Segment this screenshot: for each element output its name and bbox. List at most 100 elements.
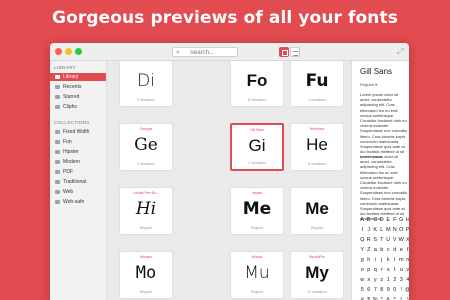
font-sample: Me [242, 199, 272, 219]
library-heading: LIBRARY [54, 65, 76, 70]
sidebar-item-modern[interactable]: Modern [50, 158, 106, 166]
collections-heading: COLLECTIONS [54, 120, 90, 125]
font-card[interactable]: MyriadPro My 10 Variations [290, 251, 344, 299]
sidebar-item-starred[interactable]: Starred [50, 93, 106, 101]
app-window: ⌕ ⤢ LIBRARY Library Recents Starred Clip… [50, 43, 409, 300]
detail-font-title: Gill Sans [360, 67, 393, 76]
font-sample: Mo [135, 263, 157, 283]
glyph: P [405, 225, 409, 235]
glyph: 4 [406, 277, 409, 283]
title-bar: ⌕ ⤢ [50, 43, 409, 61]
sidebar-item-hipster[interactable]: Hipster [50, 148, 106, 156]
font-sample: Fo [246, 71, 268, 90]
sidebar-item-label: PDF [63, 169, 73, 175]
fullscreen-icon[interactable]: ⤢ [397, 47, 403, 57]
sidebar-item-label: Web-safe [63, 199, 85, 205]
sidebar-item-pdf[interactable]: PDF [50, 168, 106, 176]
font-variations: 4 Variations [136, 162, 156, 166]
font-variations: Regular [139, 226, 153, 230]
font-grid: Di 3 Variations Fo 8 Variations Fu 4 Var… [107, 61, 351, 300]
font-variations: 10 Variations [306, 290, 328, 294]
font-name: Helvetica [309, 127, 325, 131]
font-name: Impact [251, 191, 263, 195]
sidebar-item-fixed-width[interactable]: Fixed Width [50, 128, 106, 136]
zoom-window-button[interactable] [75, 48, 82, 55]
sidebar-item-traditional[interactable]: Traditional [50, 178, 106, 186]
font-sample: Fu [305, 71, 329, 91]
folder-icon [55, 180, 60, 184]
font-name: Monaco [139, 255, 153, 259]
search-field[interactable]: ⌕ [172, 47, 238, 57]
font-card[interactable]: Mucha Mu Regular [230, 251, 284, 299]
font-variations: 8 Variations [247, 98, 267, 102]
font-detail-panel: Gill Sans Regular ▾ Lorem ipsum dolor si… [351, 61, 409, 300]
sidebar-item-label: Cliphs [63, 104, 77, 110]
recents-icon [55, 85, 60, 89]
font-sample: He [306, 135, 328, 154]
font-card[interactable]: Helvetica He 8 Variations [290, 123, 344, 171]
font-variations: 2 Variations [247, 161, 267, 165]
folder-icon [55, 200, 60, 204]
font-name: Georgia [139, 127, 153, 131]
font-sample: My [305, 263, 329, 282]
sidebar-item-cliphs[interactable]: Cliphs [50, 103, 106, 111]
font-card[interactable]: Di 3 Variations [119, 61, 173, 107]
font-card[interactable]: Me Regular [290, 187, 344, 235]
font-card-selected[interactable]: Gill Sans Gi 2 Variations [230, 123, 284, 171]
glyph: v [406, 267, 409, 273]
sidebar-item-web-safe[interactable]: Web-safe [50, 198, 106, 206]
chevron-down-icon: ▾ [375, 82, 378, 87]
search-icon: ⌕ [176, 49, 180, 56]
font-card[interactable]: Georgia Ge 4 Variations [119, 123, 173, 171]
cliphs-icon [55, 105, 60, 109]
sidebar-item-label: Hipster [63, 149, 79, 155]
folder-icon [55, 160, 60, 164]
sidebar-item-label: Library [63, 74, 79, 80]
font-name: MyriadPro [309, 255, 325, 259]
sidebar-item-recents[interactable]: Recents [50, 83, 106, 91]
font-card[interactable]: Impact Me Regular [230, 187, 284, 235]
sidebar-item-fun[interactable]: Fun [50, 138, 106, 146]
minimize-window-button[interactable] [65, 48, 72, 55]
folder-icon [55, 150, 60, 154]
font-sample: Ge [134, 135, 158, 155]
folder-icon [55, 170, 60, 174]
style-select[interactable]: Regular ▾ [360, 82, 377, 87]
font-name: Mucha [251, 255, 263, 259]
glyph: @ [405, 285, 409, 295]
star-icon [55, 95, 60, 99]
style-select-value: Regular [360, 82, 375, 87]
list-view-toggle[interactable] [290, 47, 300, 57]
folder-icon [55, 140, 60, 144]
sidebar-item-label: Recents [63, 84, 82, 90]
search-input[interactable] [190, 49, 236, 57]
glyph: X [405, 235, 409, 245]
font-sample: Gi [248, 136, 266, 155]
sidebar-item-library[interactable]: Library [50, 73, 106, 81]
font-variations: 8 Variations [307, 162, 327, 166]
promo-headline: Gorgeous previews of all your fonts [52, 8, 398, 28]
font-sample: Me [305, 199, 329, 218]
glyph: H [405, 215, 409, 225]
font-variations: 3 Variations [136, 98, 156, 102]
glyph: n [406, 257, 409, 263]
font-name: Gill Sans [249, 128, 264, 132]
font-card[interactable]: Monaco Mo Regular [119, 251, 173, 299]
sample-paragraph: Lorem ipsum dolor sit amet, consectetur … [360, 92, 408, 160]
font-sample: Di [137, 71, 155, 91]
sidebar-item-label: Starred [63, 94, 80, 100]
sidebar-item-label: Fun [63, 139, 72, 145]
sidebar-item-web[interactable]: Web [50, 188, 106, 196]
folder-icon [55, 130, 60, 134]
sidebar: LIBRARY Library Recents Starred Cliphs C… [50, 61, 107, 300]
library-icon [55, 75, 60, 79]
folder-icon [55, 190, 60, 194]
close-window-button[interactable] [55, 48, 62, 55]
font-sample: Mu [244, 263, 270, 283]
font-card[interactable]: Fu 4 Variations [290, 61, 344, 107]
font-variations: Regular [139, 290, 153, 294]
sidebar-item-label: Fixed Width [63, 129, 90, 135]
font-card[interactable]: Fo 8 Variations [230, 61, 284, 107]
font-card[interactable]: Lucida Pen Bo... Hi Regular [119, 187, 173, 235]
grid-view-toggle[interactable] [279, 47, 289, 57]
